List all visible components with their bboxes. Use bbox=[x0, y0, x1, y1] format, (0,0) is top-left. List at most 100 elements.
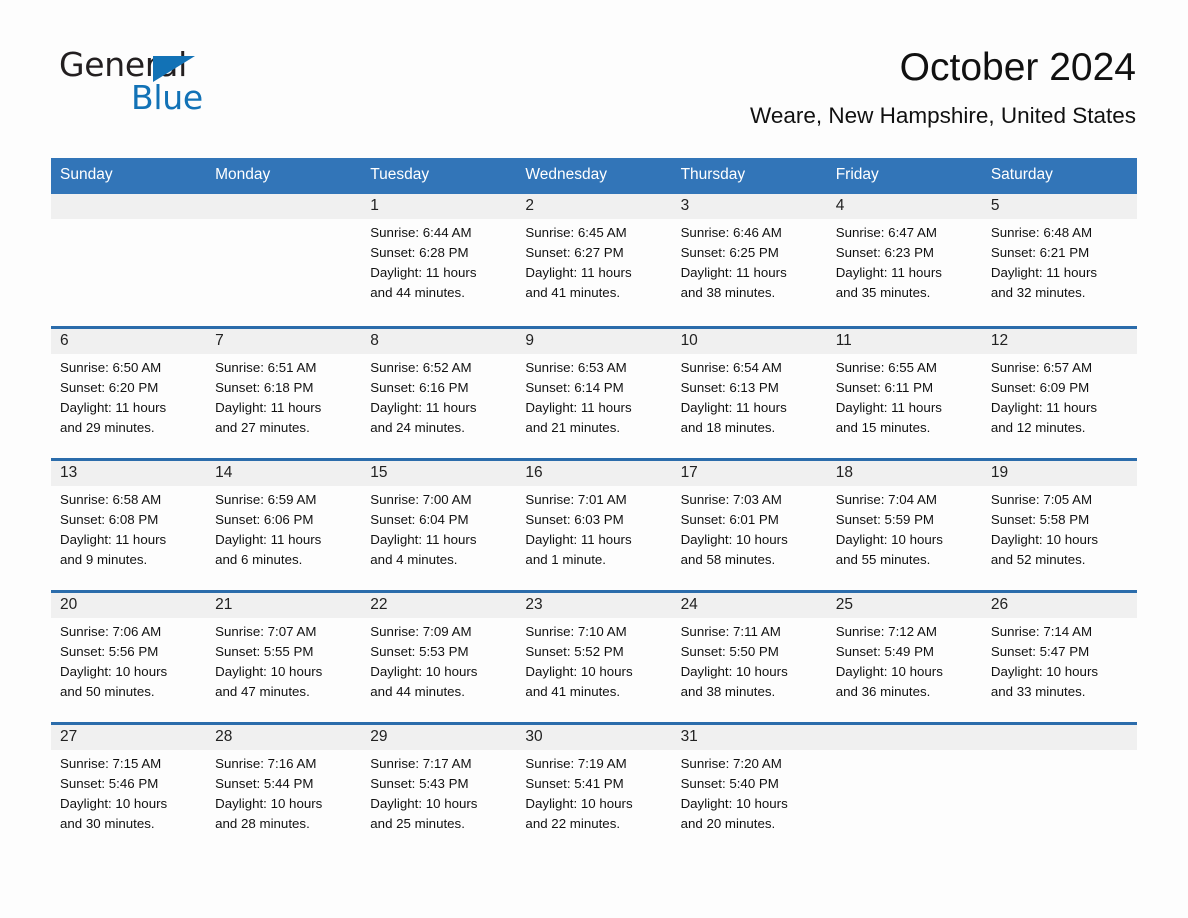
day-number: 27 bbox=[60, 727, 78, 745]
day-info: Sunrise: 6:54 AM Sunset: 6:13 PM Daylight:… bbox=[681, 358, 827, 439]
day-cell[interactable]: 15 Sunrise: 7:00 AM Sunset: 6:04 PM Dayligh… bbox=[361, 461, 516, 590]
day-info: Sunrise: 7:16 AM Sunset: 5:44 PM Daylight:… bbox=[215, 754, 361, 835]
day-info: Sunrise: 6:45 AM Sunset: 6:27 PM Daylight:… bbox=[525, 223, 671, 304]
daylight-text: Daylight: 11 hours and 35 minutes. bbox=[835, 265, 942, 301]
daylight-text: Daylight: 10 hours and 52 minutes. bbox=[990, 532, 1099, 568]
day-cell[interactable]: 1 Sunrise: 6:44 AM Sunset: 6:28 PM Daylight… bbox=[361, 194, 516, 326]
sunrise-text: Sunrise: 6:47 AM bbox=[835, 224, 937, 240]
day-number: 12 bbox=[990, 331, 1009, 349]
day-cell[interactable]: 19 Sunrise: 7:05 AM Sunset: 5:58 PM Dayligh… bbox=[982, 461, 1137, 590]
day-cell[interactable]: 16 Sunrise: 7:01 AM Sunset: 6:03 PM Dayligh… bbox=[516, 461, 671, 590]
day-cell[interactable]: 9 Sunrise: 6:53 AM Sunset: 6:14 PM Daylight… bbox=[516, 329, 671, 458]
day-info: Sunrise: 7:00 AM Sunset: 6:04 PM Daylight:… bbox=[370, 490, 516, 571]
day-cell[interactable]: 17 Sunrise: 7:03 AM Sunset: 6:01 PM Dayligh… bbox=[672, 461, 827, 590]
sunset-text: Sunset: 6:27 PM bbox=[525, 244, 624, 260]
sunrise-text: Sunrise: 7:14 AM bbox=[990, 623, 1093, 639]
weekday-header-tuesday: Tuesday bbox=[370, 166, 430, 183]
sunrise-text: Sunrise: 6:55 AM bbox=[835, 359, 937, 375]
day-cell[interactable]: 21 Sunrise: 7:07 AM Sunset: 5:55 PM Dayligh… bbox=[206, 593, 361, 722]
day-info: Sunrise: 7:05 AM Sunset: 5:58 PM Daylight:… bbox=[991, 490, 1137, 571]
day-info: Sunrise: 7:06 AM Sunset: 5:56 PM Daylight:… bbox=[60, 622, 206, 703]
day-cell[interactable]: 31 Sunrise: 7:20 AM Sunset: 5:40 PM Dayligh… bbox=[672, 725, 827, 854]
brand-logo[interactable]: General Blue bbox=[59, 48, 319, 118]
day-number: 10 bbox=[680, 331, 698, 349]
day-info: Sunrise: 7:17 AM Sunset: 5:43 PM Daylight:… bbox=[370, 754, 516, 835]
day-cell[interactable]: 26 Sunrise: 7:14 AM Sunset: 5:47 PM Dayligh… bbox=[982, 593, 1137, 722]
daylight-text: Daylight: 10 hours and 55 minutes. bbox=[835, 532, 943, 568]
sunrise-text: Sunrise: 7:04 AM bbox=[835, 491, 937, 507]
day-cell[interactable]: 18 Sunrise: 7:04 AM Sunset: 5:59 PM Dayligh… bbox=[827, 461, 982, 590]
day-cell[interactable]: 25 Sunrise: 7:12 AM Sunset: 5:49 PM Dayligh… bbox=[827, 593, 982, 722]
day-cell-empty bbox=[51, 194, 206, 326]
calendar-week-row: 1 Sunrise: 6:44 AM Sunset: 6:28 PM Daylight… bbox=[51, 193, 1137, 326]
day-cell[interactable]: 24 Sunrise: 7:11 AM Sunset: 5:50 PM Dayligh… bbox=[672, 593, 827, 722]
daylight-text: Daylight: 11 hours and 18 minutes. bbox=[680, 400, 787, 436]
daylight-text: Daylight: 10 hours and 41 minutes. bbox=[525, 664, 633, 700]
day-cell[interactable]: 5 Sunrise: 6:48 AM Sunset: 6:21 PM Daylight… bbox=[982, 194, 1137, 326]
day-cell[interactable]: 7 Sunrise: 6:51 AM Sunset: 6:18 PM Daylight… bbox=[206, 329, 361, 458]
daylight-text: Daylight: 11 hours and 32 minutes. bbox=[990, 265, 1098, 301]
sunset-text: Sunset: 5:43 PM bbox=[370, 775, 469, 791]
weekday-header-wednesday: Wednesday bbox=[525, 166, 607, 183]
daylight-text: Daylight: 11 hours and 1 minute. bbox=[525, 532, 632, 568]
day-number: 16 bbox=[525, 463, 543, 481]
day-number: 29 bbox=[370, 727, 388, 745]
day-number: 1 bbox=[370, 196, 379, 214]
sunset-text: Sunset: 6:03 PM bbox=[525, 511, 624, 527]
sunrise-text: Sunrise: 6:54 AM bbox=[680, 359, 782, 375]
day-info: Sunrise: 7:15 AM Sunset: 5:46 PM Daylight:… bbox=[60, 754, 206, 835]
day-cell[interactable]: 6 Sunrise: 6:50 AM Sunset: 6:20 PM Daylight… bbox=[51, 329, 206, 458]
day-info: Sunrise: 7:03 AM Sunset: 6:01 PM Daylight:… bbox=[681, 490, 827, 571]
day-cell[interactable]: 12 Sunrise: 6:57 AM Sunset: 6:09 PM Dayligh… bbox=[982, 329, 1137, 458]
day-number: 14 bbox=[215, 463, 233, 481]
daylight-text: Daylight: 11 hours and 6 minutes. bbox=[215, 532, 322, 568]
day-cell[interactable]: 27 Sunrise: 7:15 AM Sunset: 5:46 PM Dayligh… bbox=[51, 725, 206, 854]
day-cell[interactable]: 4 Sunrise: 6:47 AM Sunset: 6:23 PM Daylight… bbox=[827, 194, 982, 326]
day-number: 22 bbox=[370, 595, 388, 613]
sunrise-text: Sunrise: 7:10 AM bbox=[525, 623, 627, 639]
sunset-text: Sunset: 6:09 PM bbox=[990, 379, 1090, 395]
day-cell[interactable]: 8 Sunrise: 6:52 AM Sunset: 6:16 PM Daylight… bbox=[361, 329, 516, 458]
day-number: 17 bbox=[680, 463, 698, 481]
sunset-text: Sunset: 6:01 PM bbox=[680, 511, 779, 527]
day-info: Sunrise: 7:12 AM Sunset: 5:49 PM Daylight:… bbox=[836, 622, 982, 703]
day-cell-empty bbox=[982, 725, 1137, 854]
day-number: 19 bbox=[990, 463, 1009, 481]
day-info: Sunrise: 7:01 AM Sunset: 6:03 PM Daylight:… bbox=[525, 490, 671, 571]
day-cell[interactable]: 23 Sunrise: 7:10 AM Sunset: 5:52 PM Dayligh… bbox=[516, 593, 671, 722]
day-cell[interactable]: 20 Sunrise: 7:06 AM Sunset: 5:56 PM Dayligh… bbox=[51, 593, 206, 722]
sunset-text: Sunset: 6:11 PM bbox=[835, 379, 934, 395]
week-cells: 6 Sunrise: 6:50 AM Sunset: 6:20 PM Daylight… bbox=[51, 329, 1137, 458]
day-info: Sunrise: 7:11 AM Sunset: 5:50 PM Daylight:… bbox=[681, 622, 827, 703]
title-block: October 2024 Weare, New Hampshire, Unite… bbox=[750, 46, 1136, 129]
day-cell[interactable]: 3 Sunrise: 6:46 AM Sunset: 6:25 PM Daylight… bbox=[672, 194, 827, 326]
daylight-text: Daylight: 11 hours and 24 minutes. bbox=[370, 400, 477, 436]
sunrise-text: Sunrise: 6:57 AM bbox=[990, 359, 1093, 375]
week-cells: 1 Sunrise: 6:44 AM Sunset: 6:28 PM Daylight… bbox=[51, 194, 1137, 326]
sunrise-text: Sunrise: 7:15 AM bbox=[60, 755, 162, 771]
day-cell[interactable]: 2 Sunrise: 6:45 AM Sunset: 6:27 PM Daylight… bbox=[516, 194, 671, 326]
day-number: 18 bbox=[835, 463, 853, 481]
day-cell[interactable]: 10 Sunrise: 6:54 AM Sunset: 6:13 PM Dayligh… bbox=[672, 329, 827, 458]
daylight-text: Daylight: 10 hours and 36 minutes. bbox=[835, 664, 943, 700]
weekday-header-friday: Friday bbox=[835, 166, 879, 183]
day-cell[interactable]: 22 Sunrise: 7:09 AM Sunset: 5:53 PM Dayligh… bbox=[361, 593, 516, 722]
daylight-text: Daylight: 11 hours and 41 minutes. bbox=[525, 265, 632, 301]
day-info: Sunrise: 6:46 AM Sunset: 6:25 PM Daylight:… bbox=[681, 223, 827, 304]
day-cell[interactable]: 14 Sunrise: 6:59 AM Sunset: 6:06 PM Dayligh… bbox=[206, 461, 361, 590]
day-cell[interactable]: 30 Sunrise: 7:19 AM Sunset: 5:41 PM Dayligh… bbox=[516, 725, 671, 854]
day-info: Sunrise: 6:44 AM Sunset: 6:28 PM Daylight:… bbox=[370, 223, 516, 304]
day-cell[interactable]: 29 Sunrise: 7:17 AM Sunset: 5:43 PM Dayligh… bbox=[361, 725, 516, 854]
sunset-text: Sunset: 6:06 PM bbox=[215, 511, 314, 527]
day-info: Sunrise: 6:59 AM Sunset: 6:06 PM Daylight:… bbox=[215, 490, 361, 571]
sunset-text: Sunset: 5:53 PM bbox=[370, 643, 469, 659]
page-header: General Blue October 2024 Weare, New Ham… bbox=[0, 0, 1188, 128]
day-cell[interactable]: 13 Sunrise: 6:58 AM Sunset: 6:08 PM Dayligh… bbox=[51, 461, 206, 590]
day-cell[interactable]: 11 Sunrise: 6:55 AM Sunset: 6:11 PM Dayligh… bbox=[827, 329, 982, 458]
daylight-text: Daylight: 11 hours and 9 minutes. bbox=[60, 532, 167, 568]
day-cell[interactable]: 28 Sunrise: 7:16 AM Sunset: 5:44 PM Dayligh… bbox=[206, 725, 361, 854]
week-cells: 20 Sunrise: 7:06 AM Sunset: 5:56 PM Dayligh… bbox=[51, 593, 1137, 722]
sunset-text: Sunset: 5:50 PM bbox=[680, 643, 779, 659]
sunset-text: Sunset: 6:23 PM bbox=[835, 244, 935, 260]
sunset-text: Sunset: 5:47 PM bbox=[990, 643, 1090, 659]
